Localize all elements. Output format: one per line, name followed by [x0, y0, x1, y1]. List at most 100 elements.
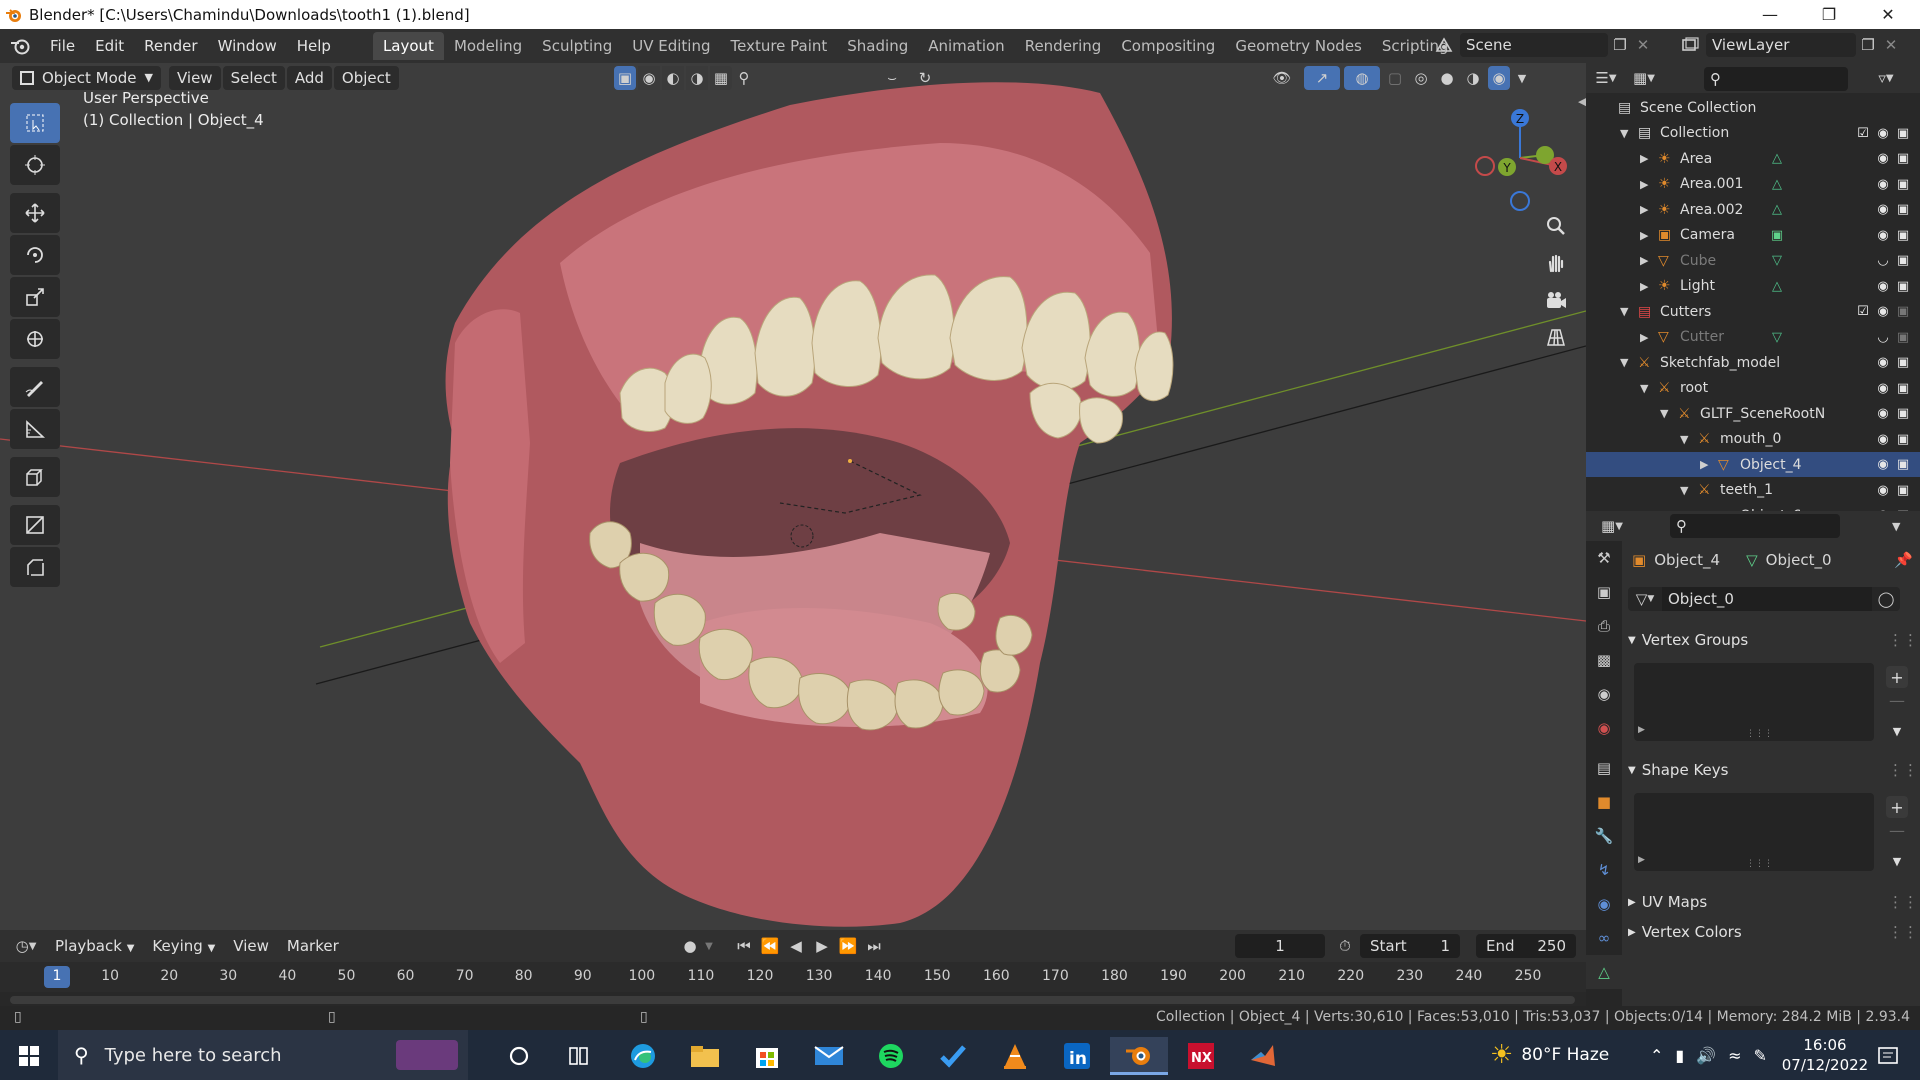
scene-name-field[interactable]: Scene: [1460, 33, 1608, 57]
shape-keys-list[interactable]: ▶ ⋮⋮⋮: [1634, 793, 1874, 871]
render-camera-icon[interactable]: ▣: [1894, 379, 1912, 397]
timeline-menu-view[interactable]: View: [224, 937, 278, 955]
tab-geometry-nodes[interactable]: Geometry Nodes: [1225, 32, 1372, 60]
expand-arrow-icon[interactable]: ▶: [1640, 331, 1648, 344]
navigation-gizmo[interactable]: Z Y X: [1465, 103, 1575, 213]
proportional-edit-icon[interactable]: ↻: [908, 66, 942, 90]
display-mode-icon[interactable]: ▦ ▼: [1626, 69, 1662, 87]
pen-icon[interactable]: ✎: [1754, 1046, 1767, 1065]
scene-selector-icon[interactable]: [1428, 37, 1460, 53]
eye-icon[interactable]: ◉: [1874, 124, 1892, 142]
tab-compositing[interactable]: Compositing: [1111, 32, 1225, 60]
transform-tool-icon[interactable]: [10, 319, 60, 359]
menu-render[interactable]: Render: [134, 33, 207, 59]
outliner-row[interactable]: ▶ ▽ Cutter ▽ ◡ ▣: [1586, 325, 1920, 350]
clock[interactable]: 16:06 07/12/2022: [1780, 1035, 1870, 1075]
render-camera-icon[interactable]: ▣: [1894, 226, 1912, 244]
eye-icon[interactable]: ◉: [1874, 405, 1892, 423]
shape-key-specials-icon[interactable]: ▼: [1886, 850, 1908, 872]
render-camera-icon[interactable]: ▣: [1894, 481, 1912, 499]
collapse-arrow-icon[interactable]: ▼: [1680, 433, 1688, 446]
add-shape-key-button[interactable]: +: [1886, 796, 1908, 818]
scene-properties-tab-icon[interactable]: ◉: [1586, 677, 1622, 711]
outliner-row[interactable]: ▶ ☀ Area △ ◉ ▣: [1586, 146, 1920, 171]
select-box-mode-icon[interactable]: ▣: [614, 66, 636, 90]
viewport-menu-select[interactable]: Select: [222, 66, 285, 90]
scale-tool-icon[interactable]: [10, 277, 60, 317]
snap-icon[interactable]: ⌣: [878, 66, 906, 90]
play-icon[interactable]: ▶: [811, 937, 833, 955]
microsoft-store-icon[interactable]: [744, 1037, 790, 1075]
light-data-icon[interactable]: △: [1768, 277, 1786, 295]
tab-layout[interactable]: Layout: [372, 32, 444, 60]
camera-view-icon[interactable]: [1539, 283, 1573, 317]
auto-key-options-icon[interactable]: ▼: [700, 941, 718, 952]
move-tool-icon[interactable]: [10, 193, 60, 233]
file-explorer-icon[interactable]: [682, 1037, 728, 1075]
outliner-row[interactable]: ▼ ⚔ GLTF_SceneRootN ◉ ▣: [1586, 401, 1920, 426]
mesh-data-icon[interactable]: ▽: [1768, 328, 1786, 346]
collection-properties-tab-icon[interactable]: ▤: [1586, 751, 1622, 785]
bevel-tool-icon[interactable]: [10, 547, 60, 587]
todo-checkmark-icon[interactable]: [930, 1037, 976, 1075]
light-data-icon[interactable]: △: [1768, 175, 1786, 193]
eye-closed-icon[interactable]: ◡: [1874, 328, 1892, 346]
eye-icon[interactable]: ◉: [1874, 430, 1892, 448]
outliner-row[interactable]: ▼ ▤ Collection ☑ ◉ ▣: [1586, 121, 1920, 146]
select-extend-icon[interactable]: ◉: [638, 66, 660, 90]
outliner-row[interactable]: ▼ ⚔ Sketchfab_model ◉ ▣: [1586, 350, 1920, 375]
eye-icon[interactable]: ◉: [1874, 226, 1892, 244]
select-invert-icon[interactable]: ◑: [686, 66, 708, 90]
mode-selector[interactable]: Object Mode ▼: [12, 66, 161, 90]
outliner-row[interactable]: ▶ ☀ Area.002 △ ◉ ▣: [1586, 197, 1920, 222]
taskbar-search-box[interactable]: ⚲ Type here to search: [58, 1030, 468, 1080]
current-frame-field[interactable]: 1: [1235, 934, 1325, 958]
render-camera-icon[interactable]: ▣: [1894, 354, 1912, 372]
eye-icon[interactable]: ◉: [1874, 456, 1892, 474]
tab-modeling[interactable]: Modeling: [444, 32, 532, 60]
zoom-icon[interactable]: [1539, 209, 1573, 243]
3d-viewport[interactable]: Object Mode ▼ View Select Add Object ▣ ◉…: [0, 63, 1586, 930]
constraints-tab-icon[interactable]: ∞: [1586, 921, 1622, 955]
gizmo-toggle-icon[interactable]: ↗: [1304, 66, 1340, 90]
wireframe-shading-icon[interactable]: ◎: [1410, 66, 1432, 90]
collapse-arrow-icon[interactable]: ▼: [1620, 305, 1628, 318]
view-layer-selector-icon[interactable]: [1674, 37, 1706, 53]
new-view-layer-icon[interactable]: ❐: [1856, 36, 1880, 54]
pan-hand-icon[interactable]: [1539, 246, 1573, 280]
measure-tool-icon[interactable]: [10, 409, 60, 449]
eye-icon[interactable]: ◉: [1874, 379, 1892, 397]
properties-options-icon[interactable]: ▼: [1892, 520, 1900, 533]
preview-range-clock-icon[interactable]: ⏱: [1333, 937, 1357, 955]
notifications-icon[interactable]: [1858, 1037, 1918, 1075]
menu-window[interactable]: Window: [208, 33, 287, 59]
outliner-editor-type-icon[interactable]: ☰ ▼: [1586, 69, 1626, 87]
list-filter-arrow-icon[interactable]: ▶: [1638, 855, 1645, 865]
shading-options-icon[interactable]: ▼: [1514, 66, 1530, 90]
new-scene-icon[interactable]: ❐: [1608, 36, 1632, 54]
vertex-group-specials-icon[interactable]: ▼: [1886, 720, 1908, 742]
annotate-tool-icon[interactable]: [10, 367, 60, 407]
modifier-properties-tab-icon[interactable]: 🔧: [1586, 819, 1622, 853]
view-layer-field[interactable]: ViewLayer: [1706, 33, 1856, 57]
pin-icon[interactable]: 📌: [1894, 551, 1913, 569]
viewport-menu-view[interactable]: View: [168, 66, 221, 90]
outliner-row[interactable]: ▶ ☀ Area.001 △ ◉ ▣: [1586, 172, 1920, 197]
render-camera-icon[interactable]: ▣: [1894, 456, 1912, 474]
camera-data-icon[interactable]: ▣: [1768, 226, 1786, 244]
timeline-menu-keying[interactable]: Keying ▼: [143, 937, 224, 955]
timeline-scrollbar[interactable]: [10, 996, 1575, 1004]
eye-icon[interactable]: ◉: [1874, 201, 1892, 219]
shape-keys-panel-header[interactable]: ▼ Shape Keys ⋮⋮: [1628, 755, 1918, 785]
eye-icon[interactable]: ◉: [1874, 354, 1892, 372]
collapse-arrow-icon[interactable]: ▼: [1640, 382, 1648, 395]
render-camera-icon[interactable]: ▣: [1894, 252, 1912, 270]
remove-shape-key-button[interactable]: —: [1886, 819, 1908, 841]
solid-shading-icon[interactable]: ●: [1436, 66, 1458, 90]
mail-icon[interactable]: [806, 1037, 852, 1075]
render-camera-icon[interactable]: ▣: [1894, 430, 1912, 448]
object-properties-tab-icon[interactable]: ■: [1586, 785, 1622, 819]
outliner-row[interactable]: ▶ ▣ Camera ▣ ◉ ▣: [1586, 223, 1920, 248]
tab-shading[interactable]: Shading: [837, 32, 918, 60]
play-reverse-icon[interactable]: ◀: [785, 937, 807, 955]
